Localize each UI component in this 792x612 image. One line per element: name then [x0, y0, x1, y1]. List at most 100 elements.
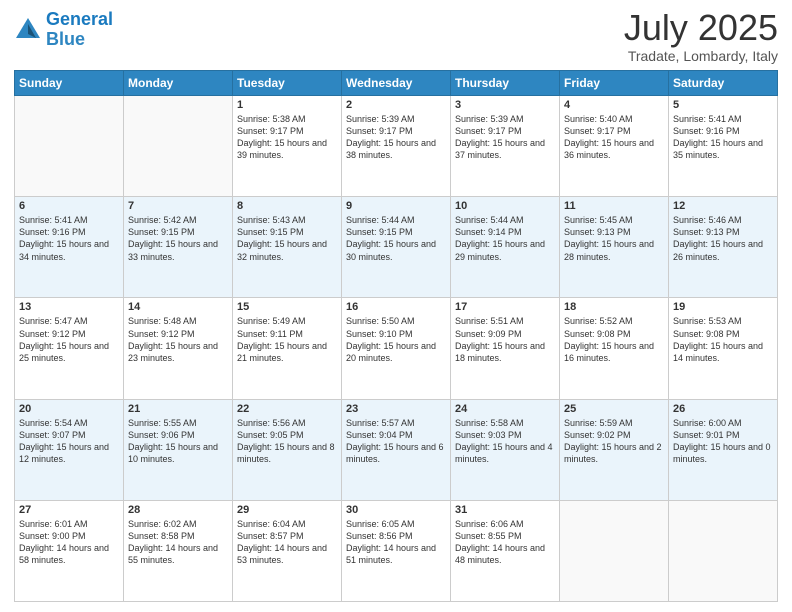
day-info: Sunrise: 5:48 AMSunset: 9:12 PMDaylight:… [128, 315, 228, 364]
day-number: 2 [346, 99, 446, 111]
calendar-header-row: SundayMondayTuesdayWednesdayThursdayFrid… [15, 71, 778, 96]
calendar-day-cell: 10 Sunrise: 5:44 AMSunset: 9:14 PMDayligh… [451, 197, 560, 298]
day-info: Sunrise: 5:59 AMSunset: 9:02 PMDaylight:… [564, 417, 664, 466]
day-info: Sunrise: 6:04 AMSunset: 8:57 PMDaylight:… [237, 518, 337, 567]
header: General Blue July 2025 Tradate, Lombardy… [14, 10, 778, 64]
day-number: 15 [237, 301, 337, 313]
day-number: 21 [128, 403, 228, 415]
day-number: 23 [346, 403, 446, 415]
day-info: Sunrise: 5:42 AMSunset: 9:15 PMDaylight:… [128, 214, 228, 263]
calendar-header-sunday: Sunday [15, 71, 124, 96]
calendar-week-row: 13 Sunrise: 5:47 AMSunset: 9:12 PMDayligh… [15, 298, 778, 399]
day-info: Sunrise: 5:39 AMSunset: 9:17 PMDaylight:… [455, 113, 555, 162]
day-number: 7 [128, 200, 228, 212]
calendar-day-cell: 4Sunrise: 5:40 AMSunset: 9:17 PMDaylight… [560, 96, 669, 197]
day-number: 3 [455, 99, 555, 111]
day-number: 12 [673, 200, 773, 212]
day-number: 27 [19, 504, 119, 516]
day-number: 8 [237, 200, 337, 212]
calendar-day-cell: 19 Sunrise: 5:53 AMSunset: 9:08 PMDayligh… [669, 298, 778, 399]
calendar-week-row: 20Sunrise: 5:54 AMSunset: 9:07 PMDayligh… [15, 399, 778, 500]
day-info: Sunrise: 5:52 AMSunset: 9:08 PMDaylight:… [564, 315, 664, 364]
day-number: 14 [128, 301, 228, 313]
day-number: 28 [128, 504, 228, 516]
day-number: 25 [564, 403, 664, 415]
day-info: Sunrise: 6:00 AMSunset: 9:01 PMDaylight:… [673, 417, 773, 466]
logo-line1: General [46, 9, 113, 29]
day-info: Sunrise: 5:38 AMSunset: 9:17 PMDaylight:… [237, 113, 337, 162]
calendar-day-cell: 7 Sunrise: 5:42 AMSunset: 9:15 PMDaylight… [124, 197, 233, 298]
day-number: 16 [346, 301, 446, 313]
calendar-day-cell: 14 Sunrise: 5:48 AMSunset: 9:12 PMDayligh… [124, 298, 233, 399]
day-info: Sunrise: 5:44 AMSunset: 9:14 PMDaylight:… [455, 214, 555, 263]
day-info: Sunrise: 5:45 AMSunset: 9:13 PMDaylight:… [564, 214, 664, 263]
calendar-header-monday: Monday [124, 71, 233, 96]
calendar-day-cell [124, 96, 233, 197]
day-info: Sunrise: 5:47 AMSunset: 9:12 PMDaylight:… [19, 315, 119, 364]
calendar-day-cell: 3 Sunrise: 5:39 AMSunset: 9:17 PMDaylight… [451, 96, 560, 197]
calendar-day-cell: 1 Sunrise: 5:38 AMSunset: 9:17 PMDaylight… [233, 96, 342, 197]
calendar: SundayMondayTuesdayWednesdayThursdayFrid… [14, 70, 778, 602]
day-info: Sunrise: 5:55 AMSunset: 9:06 PMDaylight:… [128, 417, 228, 466]
calendar-day-cell: 22Sunrise: 5:56 AMSunset: 9:05 PMDayligh… [233, 399, 342, 500]
day-number: 5 [673, 99, 773, 111]
logo-line2: Blue [46, 29, 85, 49]
day-info: Sunrise: 5:41 AMSunset: 9:16 PMDaylight:… [19, 214, 119, 263]
day-number: 26 [673, 403, 773, 415]
day-number: 30 [346, 504, 446, 516]
day-info: Sunrise: 5:43 AMSunset: 9:15 PMDaylight:… [237, 214, 337, 263]
day-info: Sunrise: 6:06 AMSunset: 8:55 PMDaylight:… [455, 518, 555, 567]
day-number: 29 [237, 504, 337, 516]
logo-icon [14, 16, 42, 44]
day-number: 13 [19, 301, 119, 313]
day-number: 31 [455, 504, 555, 516]
day-info: Sunrise: 5:39 AMSunset: 9:17 PMDaylight:… [346, 113, 446, 162]
calendar-header-tuesday: Tuesday [233, 71, 342, 96]
calendar-week-row: 27 Sunrise: 6:01 AMSunset: 9:00 PMDayligh… [15, 500, 778, 601]
calendar-day-cell: 13 Sunrise: 5:47 AMSunset: 9:12 PMDayligh… [15, 298, 124, 399]
calendar-day-cell [15, 96, 124, 197]
calendar-day-cell: 8 Sunrise: 5:43 AMSunset: 9:15 PMDaylight… [233, 197, 342, 298]
day-info: Sunrise: 5:57 AMSunset: 9:04 PMDaylight:… [346, 417, 446, 466]
day-number: 18 [564, 301, 664, 313]
day-info: Sunrise: 5:53 AMSunset: 9:08 PMDaylight:… [673, 315, 773, 364]
calendar-day-cell: 17 Sunrise: 5:51 AMSunset: 9:09 PMDayligh… [451, 298, 560, 399]
calendar-day-cell: 16 Sunrise: 5:50 AMSunset: 9:10 PMDayligh… [342, 298, 451, 399]
calendar-header-saturday: Saturday [669, 71, 778, 96]
calendar-day-cell [669, 500, 778, 601]
day-info: Sunrise: 5:44 AMSunset: 9:15 PMDaylight:… [346, 214, 446, 263]
calendar-day-cell: 6 Sunrise: 5:41 AMSunset: 9:16 PMDaylight… [15, 197, 124, 298]
day-info: Sunrise: 6:02 AMSunset: 8:58 PMDaylight:… [128, 518, 228, 567]
day-info: Sunrise: 5:50 AMSunset: 9:10 PMDaylight:… [346, 315, 446, 364]
day-info: Sunrise: 5:51 AMSunset: 9:09 PMDaylight:… [455, 315, 555, 364]
calendar-day-cell: 23 Sunrise: 5:57 AMSunset: 9:04 PMDayligh… [342, 399, 451, 500]
day-info: Sunrise: 5:58 AMSunset: 9:03 PMDaylight:… [455, 417, 555, 466]
calendar-day-cell: 27 Sunrise: 6:01 AMSunset: 9:00 PMDayligh… [15, 500, 124, 601]
day-number: 10 [455, 200, 555, 212]
day-info: Sunrise: 6:01 AMSunset: 9:00 PMDaylight:… [19, 518, 119, 567]
day-info: Sunrise: 5:46 AMSunset: 9:13 PMDaylight:… [673, 214, 773, 263]
day-number: 19 [673, 301, 773, 313]
calendar-day-cell: 25 Sunrise: 5:59 AMSunset: 9:02 PMDayligh… [560, 399, 669, 500]
calendar-day-cell: 26 Sunrise: 6:00 AMSunset: 9:01 PMDayligh… [669, 399, 778, 500]
day-info: Sunrise: 6:05 AMSunset: 8:56 PMDaylight:… [346, 518, 446, 567]
day-number: 4 [564, 99, 664, 111]
calendar-day-cell: 5Sunrise: 5:41 AMSunset: 9:16 PMDaylight… [669, 96, 778, 197]
calendar-day-cell: 15Sunrise: 5:49 AMSunset: 9:11 PMDayligh… [233, 298, 342, 399]
logo-text: General Blue [46, 10, 113, 50]
calendar-day-cell: 20Sunrise: 5:54 AMSunset: 9:07 PMDayligh… [15, 399, 124, 500]
calendar-day-cell: 28 Sunrise: 6:02 AMSunset: 8:58 PMDayligh… [124, 500, 233, 601]
calendar-week-row: 6 Sunrise: 5:41 AMSunset: 9:16 PMDaylight… [15, 197, 778, 298]
day-number: 11 [564, 200, 664, 212]
calendar-day-cell: 11 Sunrise: 5:45 AMSunset: 9:13 PMDayligh… [560, 197, 669, 298]
calendar-header-wednesday: Wednesday [342, 71, 451, 96]
calendar-day-cell: 30 Sunrise: 6:05 AMSunset: 8:56 PMDayligh… [342, 500, 451, 601]
day-number: 1 [237, 99, 337, 111]
day-number: 9 [346, 200, 446, 212]
location: Tradate, Lombardy, Italy [624, 48, 778, 64]
calendar-week-row: 1 Sunrise: 5:38 AMSunset: 9:17 PMDaylight… [15, 96, 778, 197]
day-number: 17 [455, 301, 555, 313]
calendar-header-thursday: Thursday [451, 71, 560, 96]
day-number: 6 [19, 200, 119, 212]
day-number: 20 [19, 403, 119, 415]
